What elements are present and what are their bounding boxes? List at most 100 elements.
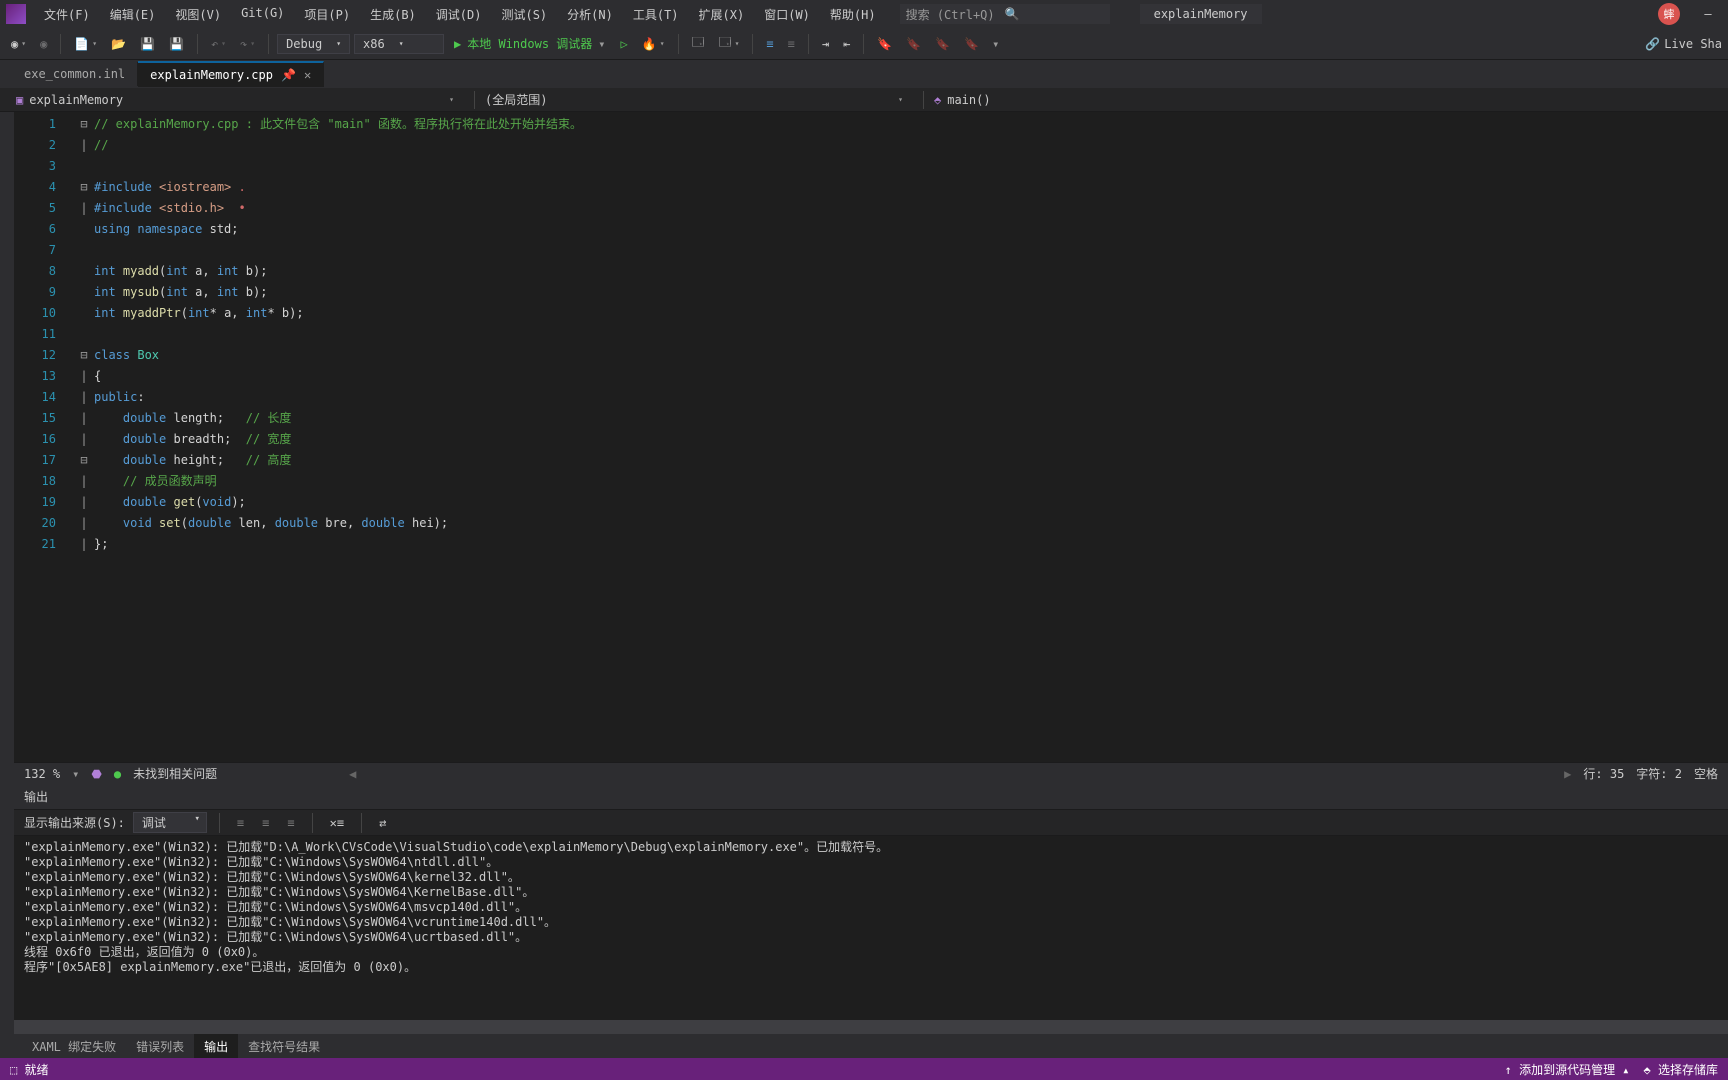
code-line[interactable]: 1⊟// explainMemory.cpp : 此文件包含 "main" 函数…	[14, 114, 1728, 135]
code-line[interactable]: 7	[14, 240, 1728, 261]
bottom-tab[interactable]: 查找符号结果	[238, 1034, 330, 1059]
output-clear-button[interactable]: ✕≡	[325, 813, 349, 833]
code-line[interactable]: 13|{	[14, 366, 1728, 387]
scope-combo[interactable]: ▣ explainMemory▾	[10, 91, 470, 109]
hot-reload-button[interactable]: 🔥▾	[637, 34, 670, 54]
fold-icon[interactable]: ⊟	[74, 450, 94, 471]
fold-icon[interactable]	[74, 261, 94, 282]
menu-item[interactable]: 视图(V)	[165, 2, 231, 27]
start-without-debug-button[interactable]: ▷	[616, 34, 633, 54]
code-line[interactable]: 12⊟class Box	[14, 345, 1728, 366]
code-line[interactable]: 9int mysub(int a, int b);	[14, 282, 1728, 303]
fold-icon[interactable]	[74, 303, 94, 324]
bookmark-next[interactable]: 🔖	[930, 34, 955, 54]
code-editor[interactable]: 1⊟// explainMemory.cpp : 此文件包含 "main" 函数…	[14, 112, 1728, 762]
menu-item[interactable]: 测试(S)	[491, 2, 557, 27]
code-line[interactable]: 15| double length; // 长度	[14, 408, 1728, 429]
menu-item[interactable]: 调试(D)	[426, 2, 492, 27]
fold-icon[interactable]: |	[74, 513, 94, 534]
menu-item[interactable]: 编辑(E)	[100, 2, 166, 27]
menu-item[interactable]: 生成(B)	[360, 2, 426, 27]
fold-icon[interactable]	[74, 282, 94, 303]
code-line[interactable]: 16| double breadth; // 宽度	[14, 429, 1728, 450]
live-share-button[interactable]: 🔗 Live Sha	[1645, 37, 1722, 51]
pin-icon[interactable]: 📌	[281, 68, 296, 82]
outdent-button[interactable]: ⇤	[838, 34, 855, 54]
health-icon[interactable]: ⬣	[91, 767, 101, 781]
nav-back-button[interactable]: ◉▾	[6, 34, 31, 54]
fold-icon[interactable]: |	[74, 534, 94, 555]
new-item-button[interactable]: 📄▾	[69, 34, 102, 54]
menu-item[interactable]: 分析(N)	[557, 2, 623, 27]
project-selector[interactable]: explainMemory	[1140, 4, 1262, 24]
fold-icon[interactable]: |	[74, 408, 94, 429]
function-combo[interactable]: ⬘ main()	[928, 91, 997, 109]
output-wrap-button[interactable]: ⇄	[374, 813, 391, 833]
bookmark-clear[interactable]: 🔖	[959, 34, 984, 54]
menu-item[interactable]: 帮助(H)	[820, 2, 886, 27]
output-tool-2[interactable]: ≡	[257, 813, 274, 833]
fold-icon[interactable]: ⊟	[74, 177, 94, 198]
save-button[interactable]: 💾	[135, 34, 160, 54]
nav-forward-button[interactable]: ◉	[35, 34, 52, 54]
code-line[interactable]: 10int myaddPtr(int* a, int* b);	[14, 303, 1728, 324]
code-line[interactable]: 6using namespace std;	[14, 219, 1728, 240]
indent-mode[interactable]: 空格	[1694, 765, 1718, 782]
menu-item[interactable]: Git(G)	[231, 2, 294, 27]
code-line[interactable]: 5|#include <stdio.h> •	[14, 198, 1728, 219]
indent-button[interactable]: ⇥	[817, 34, 834, 54]
bottom-tab[interactable]: 错误列表	[126, 1034, 194, 1059]
undo-button[interactable]: ↶▾	[206, 34, 231, 54]
output-source-combo[interactable]: 调试	[133, 812, 207, 833]
uncomment-button[interactable]: ≡	[783, 34, 800, 54]
fold-icon[interactable]	[74, 156, 94, 177]
global-scope-combo[interactable]: (全局范围)▾	[479, 89, 919, 110]
fold-icon[interactable]: ⊟	[74, 114, 94, 135]
fold-icon[interactable]	[74, 324, 94, 345]
bookmark-button[interactable]: 🔖	[872, 34, 897, 54]
fold-icon[interactable]	[74, 219, 94, 240]
output-text[interactable]: "explainMemory.exe"(Win32): 已加载"D:\A_Wor…	[14, 836, 1728, 1020]
code-line[interactable]: 8int myadd(int a, int b);	[14, 261, 1728, 282]
fold-icon[interactable]: |	[74, 198, 94, 219]
menu-item[interactable]: 文件(F)	[34, 2, 100, 27]
fold-icon[interactable]: |	[74, 366, 94, 387]
close-icon[interactable]: ✕	[304, 68, 311, 82]
fold-icon[interactable]: |	[74, 471, 94, 492]
code-line[interactable]: 20| void set(double len, double bre, dou…	[14, 513, 1728, 534]
select-repo-button[interactable]: ⬘ 选择存储库	[1644, 1061, 1718, 1078]
user-avatar[interactable]: 蟀	[1658, 3, 1680, 25]
code-line[interactable]: 2|//	[14, 135, 1728, 156]
fold-icon[interactable]: |	[74, 135, 94, 156]
output-tool-1[interactable]: ≡	[232, 813, 249, 833]
tab-inactive[interactable]: exe_common.inl	[12, 62, 138, 86]
add-source-control-button[interactable]: ↑ 添加到源代码管理 ▴	[1505, 1061, 1630, 1078]
menu-item[interactable]: 项目(P)	[294, 2, 360, 27]
code-line[interactable]: 21|};	[14, 534, 1728, 555]
code-line[interactable]: 4⊟#include <iostream> .	[14, 177, 1728, 198]
horizontal-scrollbar[interactable]	[14, 1020, 1728, 1034]
code-line[interactable]: 14|public:	[14, 387, 1728, 408]
redo-button[interactable]: ↷▾	[235, 34, 260, 54]
bottom-tab[interactable]: 输出	[194, 1034, 238, 1059]
minimize-button[interactable]: —	[1694, 7, 1722, 21]
code-line[interactable]: 19| double get(void);	[14, 492, 1728, 513]
scroll-left-icon[interactable]: ◀	[349, 767, 356, 781]
code-line[interactable]: 17⊟ double height; // 高度	[14, 450, 1728, 471]
menu-item[interactable]: 窗口(W)	[754, 2, 820, 27]
bookmark-prev[interactable]: 🔖	[901, 34, 926, 54]
open-button[interactable]: 📂	[106, 34, 131, 54]
code-line[interactable]: 18| // 成员函数声明	[14, 471, 1728, 492]
bottom-tab[interactable]: XAML 绑定失败	[22, 1034, 126, 1059]
comment-button[interactable]: ≡	[761, 34, 778, 54]
config-combo[interactable]: Debug▾	[277, 34, 350, 54]
fold-icon[interactable]: |	[74, 387, 94, 408]
output-tool-3[interactable]: ≡	[282, 813, 299, 833]
fold-icon[interactable]	[74, 240, 94, 261]
fold-icon[interactable]: |	[74, 492, 94, 513]
scroll-right-icon[interactable]: ▶	[1564, 767, 1571, 781]
tool-icon-2[interactable]: 🗔▾	[714, 30, 745, 57]
menu-item[interactable]: 扩展(X)	[689, 2, 755, 27]
code-line[interactable]: 3	[14, 156, 1728, 177]
code-line[interactable]: 11	[14, 324, 1728, 345]
